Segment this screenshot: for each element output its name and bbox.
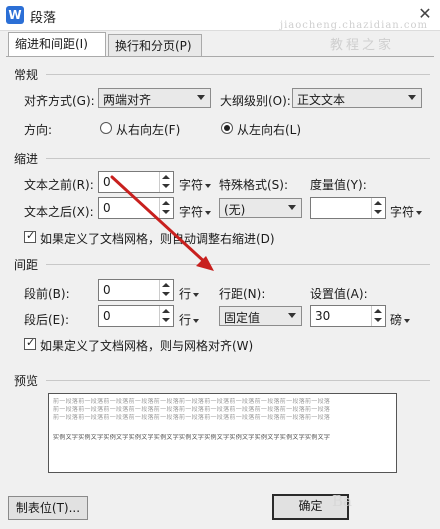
annotation-arrow [110, 175, 214, 271]
arrow-shaft [110, 175, 210, 267]
